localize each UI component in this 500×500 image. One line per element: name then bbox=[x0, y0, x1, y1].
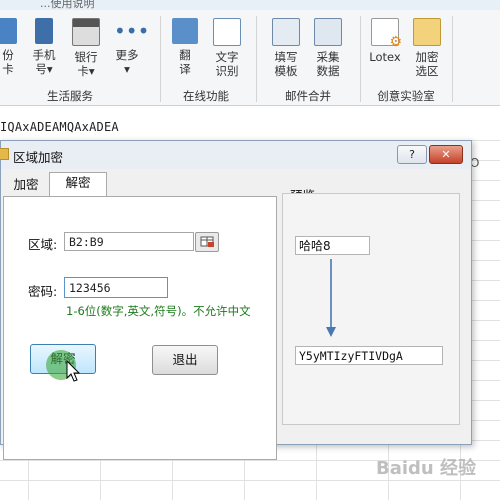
region-input[interactable]: B2:B9 bbox=[64, 232, 194, 251]
ribbon-button-id-card[interactable]: 份 卡 bbox=[0, 18, 20, 76]
more-dots-icon: ••• bbox=[114, 19, 150, 43]
ribbon-button-ocr[interactable]: 文字 识别 bbox=[210, 18, 244, 78]
ribbon-button-encrypt-selection[interactable]: 加密 选区 bbox=[410, 18, 444, 78]
tab-decrypt[interactable]: 解密 bbox=[49, 172, 107, 197]
preview-plaintext: 哈哈8 bbox=[295, 236, 370, 255]
close-button[interactable]: ✕ bbox=[429, 145, 463, 164]
ocr-icon bbox=[213, 18, 241, 46]
group-label-life-services: 生活服务 bbox=[47, 89, 93, 103]
window-title-strip: ...使用说明 bbox=[0, 0, 500, 10]
ribbon-separator bbox=[256, 16, 257, 102]
region-label: 区域: bbox=[28, 237, 58, 252]
bank-card-icon bbox=[72, 18, 100, 46]
dialog-title: 区域加密 bbox=[13, 150, 64, 165]
group-label-creative-lab: 创意实验室 bbox=[377, 89, 435, 103]
ribbon-separator bbox=[360, 16, 361, 102]
group-label-mail-merge: 邮件合并 bbox=[285, 89, 331, 103]
ribbon-button-lotex[interactable]: ⚙ Lotex bbox=[366, 18, 404, 64]
preview-ciphertext: Y5yMTIzyFTIVDgA bbox=[295, 346, 443, 365]
group-label-online: 在线功能 bbox=[183, 89, 229, 103]
exit-button[interactable]: 退出 bbox=[152, 345, 218, 375]
ribbon: 份 卡 手机 号▾ 银行 卡▾ ••• 更多 ▾ 翻 译 文字 识别 填写 模板… bbox=[0, 10, 500, 106]
preview-panel bbox=[282, 193, 460, 425]
ribbon-separator bbox=[160, 16, 161, 102]
ribbon-button-collect-data[interactable]: 采集 数据 bbox=[308, 18, 348, 78]
ribbon-button-phone[interactable]: 手机 号▾ bbox=[26, 18, 62, 76]
down-arrow-icon bbox=[326, 259, 336, 337]
tab-encrypt[interactable]: 加密 bbox=[5, 175, 47, 195]
dialog-app-icon bbox=[0, 148, 9, 160]
mouse-cursor-icon bbox=[66, 360, 81, 382]
lotex-icon: ⚙ bbox=[371, 18, 402, 49]
password-input[interactable]: 123456 bbox=[64, 277, 168, 298]
ribbon-button-more[interactable]: ••• 更多 ▾ bbox=[110, 18, 150, 76]
watermark: Baidu 经验 bbox=[376, 458, 477, 479]
dialog-titlebar[interactable]: 区域加密 ? ✕ bbox=[0, 141, 471, 167]
id-card-icon bbox=[0, 18, 17, 44]
range-select-button[interactable] bbox=[195, 232, 219, 252]
ribbon-separator bbox=[452, 16, 453, 102]
password-label: 密码: bbox=[28, 284, 58, 299]
help-button[interactable]: ? bbox=[397, 145, 427, 164]
formula-bar-text[interactable]: IQAxADEAMQAxADEA bbox=[0, 120, 119, 134]
encrypt-selection-icon bbox=[413, 18, 441, 46]
fill-template-icon bbox=[272, 18, 300, 46]
ribbon-button-bank-card[interactable]: 银行 卡▾ bbox=[66, 18, 106, 78]
range-select-icon bbox=[200, 236, 214, 247]
phone-icon bbox=[35, 18, 53, 44]
collect-data-icon bbox=[314, 18, 342, 46]
translate-icon bbox=[172, 18, 198, 44]
ribbon-button-translate[interactable]: 翻 译 bbox=[168, 18, 202, 76]
ribbon-button-fill-template[interactable]: 填写 模板 bbox=[266, 18, 306, 78]
password-hint: 1-6位(数字,英文,符号)。不允许中文 bbox=[66, 304, 251, 318]
